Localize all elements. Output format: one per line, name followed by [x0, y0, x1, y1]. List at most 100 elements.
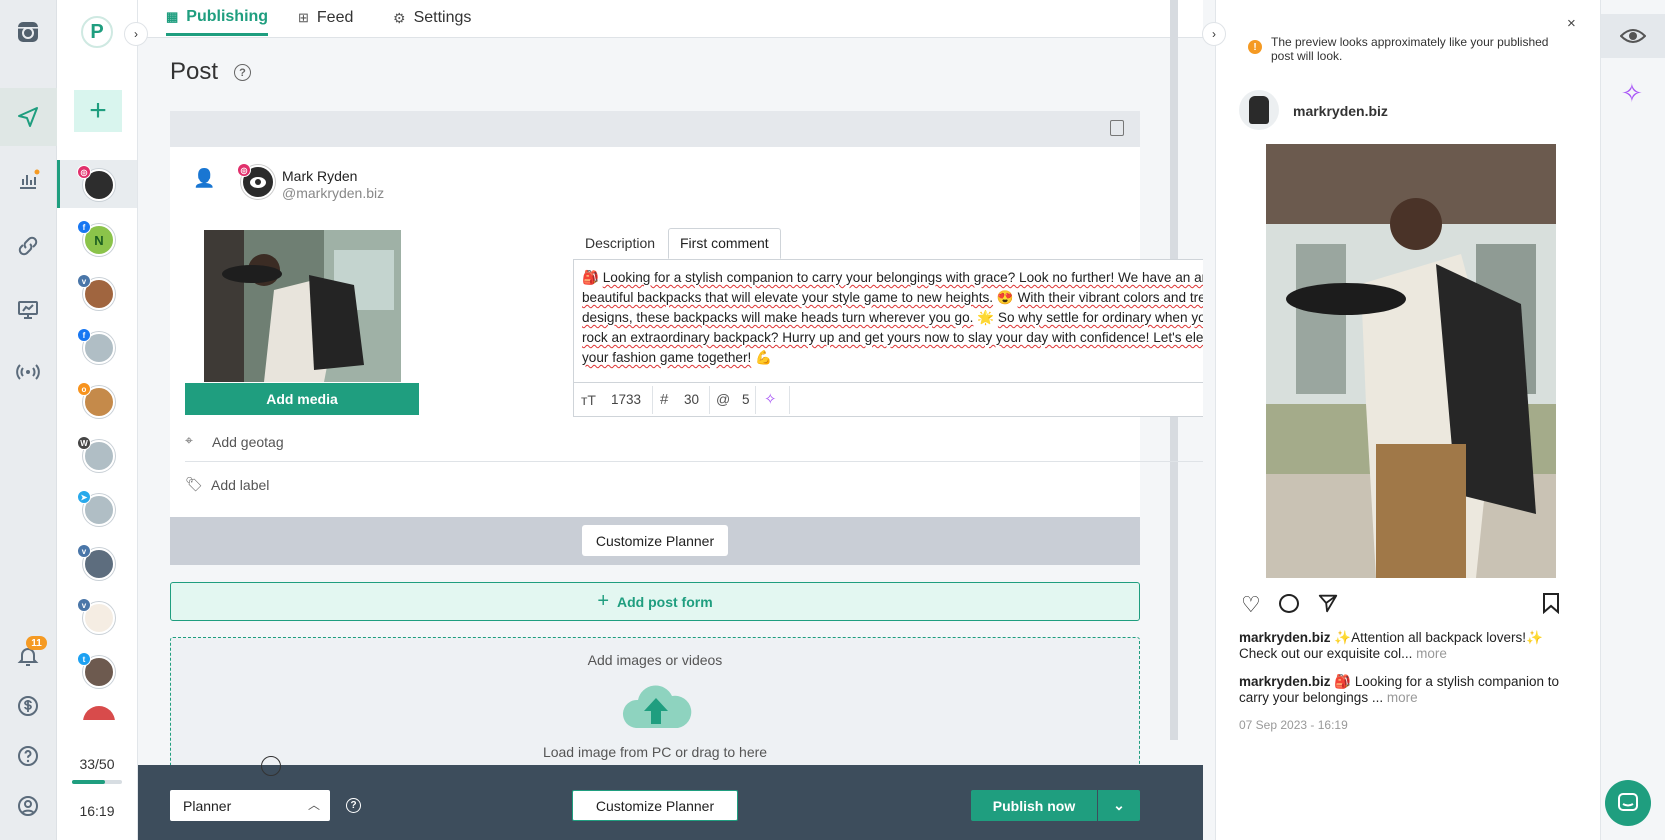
gear-icon: ⚙ — [393, 9, 406, 26]
toolbar-divider — [755, 386, 756, 414]
preview-caption: markryden.biz ✨Attention all backpack lo… — [1239, 630, 1579, 662]
mention-count: 5 — [742, 392, 750, 407]
tab-publishing-label: Publishing — [186, 7, 269, 25]
instagram-badge-icon: ◎ — [237, 163, 251, 177]
preview-panel: ! The preview looks approximately like y… — [1215, 0, 1600, 840]
chat-support-button[interactable] — [1605, 780, 1651, 826]
emoji-muscle: 💪 — [755, 350, 772, 365]
share-send-icon[interactable] — [1317, 592, 1339, 619]
warning-icon: ! — [1248, 40, 1262, 54]
emoji-star: 🌟 — [977, 310, 995, 325]
link-icon[interactable] — [8, 226, 48, 266]
emoji-bag: 🎒 — [1334, 674, 1352, 689]
left-rail: 11 — [0, 0, 57, 840]
tab-description[interactable]: Description — [575, 229, 665, 259]
profile-name: Mark Ryden — [282, 168, 358, 184]
like-heart-icon[interactable]: ♡ — [1241, 592, 1261, 618]
odnoklassniki-badge-icon: o — [77, 382, 91, 396]
quota-bar — [72, 780, 122, 784]
comment-text: Looking for a stylish companion to — [1354, 674, 1560, 689]
notifications-badge: 11 — [26, 636, 47, 650]
instagram-badge-icon: ◎ — [77, 165, 91, 179]
hashtag-count: 30 — [684, 392, 700, 407]
copy-icon[interactable] — [1110, 120, 1124, 136]
sparkles-emoji: ✨ — [1334, 630, 1352, 645]
caption-text: Attention all backpack lovers! — [1351, 630, 1526, 645]
eye-icon — [250, 176, 266, 188]
add-media-button[interactable]: Add media — [185, 383, 419, 415]
twitter-badge-icon: t — [77, 652, 91, 666]
tab-feed[interactable]: ⊞ Feed — [298, 0, 353, 36]
right-rail: ✧ — [1600, 0, 1665, 840]
location-pin-icon: ⌖ — [185, 432, 193, 448]
vk-badge-icon: v — [77, 598, 91, 612]
add-user-icon[interactable]: 👤 — [193, 168, 215, 189]
preview-notice: The preview looks approximately like you… — [1271, 35, 1549, 63]
create-post-button[interactable]: + — [74, 90, 122, 132]
customize-planner-bottom-button[interactable]: Customize Planner — [572, 790, 738, 821]
clock-time: 16:19 — [79, 803, 115, 819]
help-icon[interactable]: ? — [346, 798, 361, 813]
add-geotag-link[interactable]: Add geotag — [212, 434, 284, 450]
toolbar-divider — [652, 386, 653, 414]
add-post-form-button[interactable]: + Add post form — [170, 582, 1140, 621]
tab-publishing[interactable]: ▦ Publishing — [166, 0, 269, 36]
preview-timestamp: 07 Sep 2023 - 16:19 — [1239, 718, 1348, 732]
cloud-upload-icon — [620, 678, 692, 730]
account-avatar-partial[interactable] — [75, 706, 123, 720]
main-panel: ▦ Publishing ⊞ Feed ⚙ Settings Post ? 👤 … — [138, 0, 1203, 840]
chat-icon — [1618, 793, 1638, 811]
tab-settings-label: Settings — [413, 9, 472, 26]
accounts-column: P + ◎ N f v f o W ➤ v v t 33/50 16:19 — [57, 0, 138, 840]
telegram-badge-icon: ➤ — [77, 490, 91, 504]
ai-assistant-sparkle-icon[interactable]: ✧ — [1621, 78, 1643, 109]
calendar-icon: ▦ — [166, 8, 179, 24]
broadcast-icon[interactable] — [8, 352, 48, 392]
hashtag-icon[interactable]: # — [660, 391, 668, 408]
help-icon[interactable]: ? — [234, 64, 251, 81]
comment-more-link[interactable]: more — [1387, 690, 1418, 705]
caption-more-line: Check out our exquisite col... — [1239, 646, 1413, 661]
comment-icon[interactable] — [1279, 594, 1299, 613]
add-label-link[interactable]: Add label — [211, 477, 269, 493]
facebook-badge-icon: f — [77, 328, 91, 342]
tag-icon: 🏷 — [185, 476, 203, 492]
preview-image — [1266, 144, 1556, 578]
text-size-icon: ᴛT — [581, 392, 596, 408]
preview-toggle-eye-icon[interactable] — [1601, 14, 1665, 58]
bookmark-icon[interactable] — [1541, 592, 1561, 619]
account-icon[interactable] — [8, 786, 48, 826]
profile-handle: @markryden.biz — [282, 185, 385, 201]
expand-accounts-chevron-icon[interactable]: › — [124, 22, 148, 46]
dropzone-title: Add images or videos — [587, 652, 723, 668]
dollar-icon[interactable] — [8, 686, 48, 726]
customize-planner-button[interactable]: Customize Planner — [582, 525, 728, 556]
quota-bar-fill — [72, 780, 105, 784]
monitor-icon[interactable] — [8, 290, 48, 330]
tab-feed-label: Feed — [316, 9, 354, 26]
publish-now-button[interactable]: Publish now — [971, 790, 1097, 821]
instagram-logo-icon[interactable] — [8, 12, 48, 52]
collapse-preview-chevron-icon[interactable]: › — [1202, 22, 1226, 46]
media-thumbnail[interactable] — [204, 230, 401, 382]
planner-select[interactable]: Planner ︿ — [170, 790, 330, 821]
wordpress-badge-icon: W — [77, 436, 91, 450]
post-card-header — [170, 111, 1140, 147]
help-icon[interactable] — [8, 736, 48, 776]
sparkles-emoji: ✨ — [1525, 630, 1543, 645]
quota-text: 33/50 — [79, 756, 115, 772]
ai-sparkle-icon[interactable]: ✧ — [764, 390, 777, 408]
tab-first-comment[interactable]: First comment — [668, 228, 781, 259]
publish-options-chevron-down-icon[interactable]: ⌄ — [1098, 790, 1140, 821]
preview-username: markryden.biz — [1293, 103, 1388, 119]
mention-icon[interactable]: @ — [716, 391, 730, 407]
caption-more-link[interactable]: more — [1416, 646, 1447, 661]
comment-more-line: carry your belongings ... — [1239, 690, 1384, 705]
send-icon[interactable] — [8, 97, 48, 137]
page-title: Post — [170, 58, 219, 85]
project-avatar[interactable]: P — [81, 16, 113, 48]
close-icon[interactable]: × — [1567, 15, 1576, 32]
tab-settings[interactable]: ⚙ Settings — [393, 0, 471, 36]
analytics-icon[interactable] — [8, 160, 48, 200]
comment-textarea[interactable]: 🎒 Looking for a stylish companion to car… — [573, 259, 1203, 383]
